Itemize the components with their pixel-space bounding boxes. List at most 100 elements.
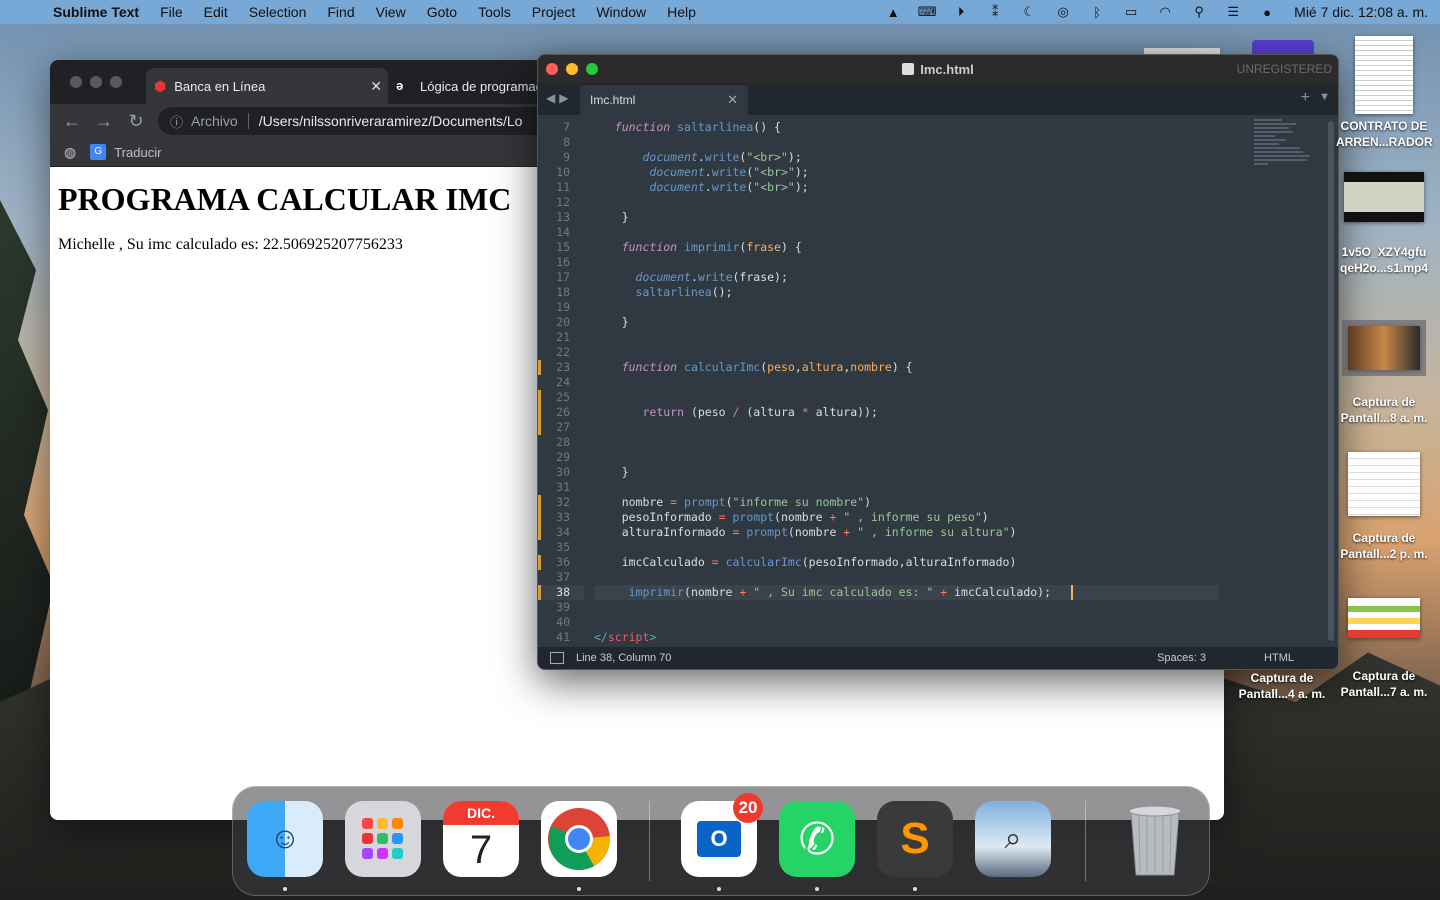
tab-imc-html[interactable]: Imc.html ✕ bbox=[580, 85, 748, 115]
launchpad-icon[interactable] bbox=[345, 801, 421, 877]
code-line: alturaInformado = prompt(nombre + " , in… bbox=[594, 525, 1017, 539]
play-icon[interactable]: ⏵ bbox=[950, 4, 972, 20]
desktop-file-captura-1[interactable]: Captura de Pantall...8 a. m. bbox=[1336, 320, 1432, 426]
zoom-window-button[interactable] bbox=[110, 76, 122, 88]
file-label: Captura de bbox=[1352, 669, 1416, 683]
file-label: Captura de bbox=[1352, 395, 1416, 409]
line-number: 34 bbox=[538, 525, 584, 540]
battery-icon[interactable]: ▭ bbox=[1120, 4, 1142, 20]
sublime-tab-bar: ◀▶ Imc.html ✕ + ▼ bbox=[538, 83, 1338, 115]
tab-label: Banca en Línea bbox=[174, 78, 266, 94]
menu-clock[interactable]: Mié 7 dic. 12:08 a. m. bbox=[1294, 4, 1428, 20]
menu-window[interactable]: Window bbox=[596, 4, 646, 20]
html-file-icon bbox=[902, 63, 915, 75]
info-icon[interactable]: ⓘ bbox=[170, 112, 183, 131]
menu-edit[interactable]: Edit bbox=[204, 4, 228, 20]
file-label: qeH2o...s1.mp4 bbox=[1339, 261, 1429, 275]
file-label: 1v5O_XZY4gfu bbox=[1341, 245, 1427, 259]
keyboard-icon[interactable]: ⌨ bbox=[916, 4, 938, 20]
close-tab-icon[interactable]: ✕ bbox=[727, 92, 738, 108]
back-arrow-icon[interactable]: ← bbox=[56, 111, 88, 132]
whatsapp-icon[interactable]: ✆ bbox=[779, 801, 855, 891]
new-tab-icon[interactable]: + bbox=[1301, 89, 1310, 107]
minimize-window-button[interactable] bbox=[566, 63, 578, 75]
preview-icon[interactable]: ⌕ bbox=[975, 801, 1051, 877]
wifi-icon[interactable]: ◠ bbox=[1154, 4, 1176, 20]
running-indicator bbox=[283, 887, 287, 891]
code-editor[interactable]: 7 8 9 10 11 12 13 14 15 16 17 18 19 20 21 22 23 24 25 26 27 2… bbox=[538, 115, 1338, 647]
line-number: 19 bbox=[556, 300, 570, 314]
trash-can-icon bbox=[1128, 805, 1182, 876]
airdrop-icon[interactable]: ◎ bbox=[1052, 4, 1074, 20]
tab-nav-arrows-icon[interactable]: ◀▶ bbox=[546, 91, 572, 105]
drive-icon[interactable]: ▲ bbox=[882, 5, 904, 20]
status-area: ▲ ⌨ ⏵ ⁑ ☾ ◎ ᛒ ▭ ◠ ⚲ ☰ ● Mié 7 dic. 12:08… bbox=[876, 0, 1440, 24]
desktop-file-captura-3[interactable]: Captura de Pantall...4 a. m. bbox=[1234, 670, 1330, 702]
menu-help[interactable]: Help bbox=[667, 4, 696, 20]
line-number: 38 bbox=[538, 585, 584, 600]
calendar-icon[interactable]: DIC. 7 bbox=[443, 801, 519, 877]
desktop-file-video[interactable]: 1v5O_XZY4gfu qeH2o...s1.mp4 bbox=[1336, 172, 1432, 276]
outlook-icon[interactable]: O 20 bbox=[681, 793, 763, 891]
translate-bookmark[interactable]: Traducir bbox=[114, 145, 161, 160]
outlook-logo-icon: O bbox=[697, 821, 741, 857]
code-line: } bbox=[594, 465, 629, 479]
sublime-text-icon[interactable]: S bbox=[877, 801, 953, 891]
airpods-icon[interactable]: ⁑ bbox=[984, 4, 1006, 20]
reload-icon[interactable]: ↻ bbox=[120, 111, 152, 132]
control-center-icon[interactable]: ☰ bbox=[1222, 4, 1244, 20]
file-label: ARREN...RADOR bbox=[1336, 135, 1433, 149]
menu-app-name[interactable]: Sublime Text bbox=[53, 4, 139, 20]
forward-arrow-icon[interactable]: → bbox=[88, 111, 120, 132]
dock: ☺ DIC. 7 O 20 ✆ S ⌕ bbox=[232, 786, 1210, 896]
screenshot-thumbnail bbox=[1348, 598, 1420, 638]
line-number: 35 bbox=[556, 540, 570, 554]
siri-icon[interactable]: ● bbox=[1256, 5, 1278, 20]
screenshot-thumbnail bbox=[1342, 320, 1426, 376]
running-indicator bbox=[913, 887, 917, 891]
tab-dropdown-icon[interactable]: ▼ bbox=[1319, 91, 1330, 103]
line-number: 9 bbox=[563, 150, 570, 164]
menu-tools[interactable]: Tools bbox=[478, 4, 511, 20]
panel-toggle-icon[interactable] bbox=[550, 652, 564, 664]
vertical-scrollbar[interactable] bbox=[1328, 121, 1334, 641]
code-line: pesoInformado = prompt(nombre + " , info… bbox=[594, 510, 989, 524]
globe-icon[interactable]: ◍ bbox=[64, 144, 76, 161]
desktop-file-contrato[interactable]: CONTRATO DE ARREN...RADOR bbox=[1336, 36, 1433, 150]
finder-icon[interactable]: ☺ bbox=[247, 801, 323, 891]
minimize-window-button[interactable] bbox=[90, 76, 102, 88]
file-label: Pantall...4 a. m. bbox=[1238, 687, 1326, 701]
text-cursor bbox=[1071, 585, 1074, 600]
spotlight-icon[interactable]: ⚲ bbox=[1188, 4, 1210, 20]
line-number: 18 bbox=[556, 285, 570, 299]
code-line: document.write("<br>"); bbox=[649, 180, 809, 194]
menu-file[interactable]: File bbox=[160, 4, 183, 20]
chrome-icon[interactable] bbox=[541, 801, 617, 891]
bluetooth-icon[interactable]: ᛒ bbox=[1086, 5, 1108, 20]
dock-divider bbox=[1085, 801, 1086, 881]
line-number: 8 bbox=[563, 135, 570, 149]
menu-find[interactable]: Find bbox=[327, 4, 354, 20]
syntax-setting[interactable]: HTML bbox=[1264, 652, 1294, 664]
close-window-button[interactable] bbox=[70, 76, 82, 88]
desktop-file-captura-2[interactable]: Captura de Pantall...2 p. m. bbox=[1336, 452, 1432, 562]
course-favicon-icon: ə bbox=[396, 78, 404, 93]
moon-icon[interactable]: ☾ bbox=[1018, 4, 1040, 20]
code-area[interactable]: function saltarlinea() { document.write(… bbox=[594, 120, 1218, 645]
trash-icon[interactable] bbox=[1117, 801, 1193, 877]
zoom-window-button[interactable] bbox=[586, 63, 598, 75]
indentation-setting[interactable]: Spaces: 3 bbox=[1157, 652, 1206, 664]
desktop-file-captura-4[interactable]: Captura de Pantall...7 a. m. bbox=[1336, 598, 1432, 700]
minimap[interactable] bbox=[1254, 117, 1324, 207]
code-line: saltarlinea(); bbox=[635, 285, 733, 299]
menu-view[interactable]: View bbox=[376, 4, 406, 20]
close-tab-icon[interactable]: ✕ bbox=[370, 78, 382, 95]
menu-selection[interactable]: Selection bbox=[249, 4, 307, 20]
menu-project[interactable]: Project bbox=[532, 4, 576, 20]
url-text[interactable]: /Users/nilssonriveraramirez/Documents/Lo bbox=[259, 113, 523, 129]
menu-goto[interactable]: Goto bbox=[427, 4, 457, 20]
tab-banca-en-linea[interactable]: ⬢ Banca en Línea ✕ bbox=[146, 68, 388, 104]
close-window-button[interactable] bbox=[546, 63, 558, 75]
